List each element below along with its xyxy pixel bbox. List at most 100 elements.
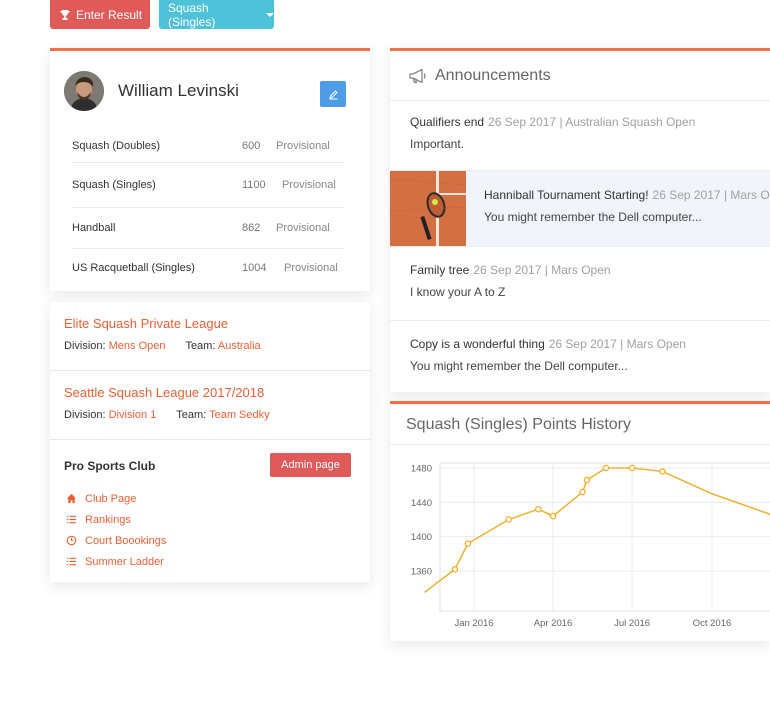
rating-status: Provisional [276,140,330,152]
league-meta: Division: Mens Open Team: Australia [64,340,261,352]
rating-sport: Squash (Singles) [72,179,156,191]
league-meta: Division: Division 1 Team: Team Sedky [64,409,270,421]
rating-sport: US Racquetball (Singles) [72,262,195,274]
club-link-rankings[interactable]: Rankings [66,509,166,530]
profile-card: William Levinski Squash (Doubles) 600 Pr… [50,48,370,291]
trophy-icon [59,9,71,20]
data-point [464,540,472,547]
y-tick-label: 1400 [411,532,432,543]
data-point [628,464,636,472]
announcement-title: Copy is a wonderful thing [410,337,545,351]
data-point [579,488,586,496]
enter-result-label: Enter Result [76,7,143,22]
club-link-court-bookings[interactable]: Court Boookings [66,530,166,551]
club-link-label: Rankings [85,513,131,526]
announcements-card: Announcements Qualifiers end 26 Sep 2017 … [390,48,770,392]
megaphone-icon [409,68,426,83]
enter-result-button[interactable]: Enter Result [50,0,150,29]
rating-points: 1100 [242,179,266,191]
data-point [505,516,512,523]
avatar [64,71,104,111]
announcement-body: You might remember the Dell computer... [410,359,628,373]
pencil-icon [328,89,338,99]
rating-points: 600 [242,140,261,152]
announcement-title: Qualifiers end [410,115,485,129]
announcement-item[interactable]: Hanniball Tournament Starting! 26 Sep 201… [390,171,770,247]
announcement-item[interactable]: Copy is a wonderful thing 26 Sep 2017 | M… [390,321,770,392]
club-name: Pro Sports Club [64,459,156,473]
home-icon [66,493,77,504]
clock-icon [66,535,77,546]
team-label: Team: [176,409,207,421]
data-point [659,468,666,475]
league-title-link[interactable]: Seattle Squash League 2017/2018 [64,385,264,400]
list-icon [66,557,77,566]
announcement-heading: Family tree 26 Sep 2017 | Mars Open [410,263,611,277]
announcement-heading: Hanniball Tournament Starting! 26 Sep 201… [484,188,770,202]
announcement-meta: 26 Sep 2017 | Mars Open [548,337,686,351]
leagues-card: Elite Squash Private League Division: Me… [50,302,370,582]
club-link-label: Club Page [85,492,137,505]
y-tick-label: 1480 [411,464,432,475]
points-history-card: Squash (Singles) Points History 1360 1400… [390,401,770,641]
announcement-heading: Qualifiers end 26 Sep 2017 | Australian S… [410,115,695,129]
club-link-label: Court Boookings [85,534,167,547]
list-icon [66,515,77,524]
player-name: William Levinski [118,81,239,100]
team-link[interactable]: Australia [218,340,261,352]
announcement-meta: 26 Sep 2017 | Mars Open [652,188,770,202]
series-line [424,467,770,594]
club-link-label: Summer Ladder [85,555,164,568]
rating-row: US Racquetball (Singles) 1004 Provisiona… [72,249,344,287]
rating-row: Squash (Singles) 1100 Provisional [72,163,344,208]
league-item: Seattle Squash League 2017/2018 Division… [50,371,370,440]
caret-down-icon [266,12,274,17]
y-tick-label: 1360 [411,567,432,578]
team-label: Team: [185,340,216,352]
points-history-chart: 1360 1400 1440 1480 Jan 2016 Apr 2016 Jul 2016… [411,462,770,629]
rating-status: Provisional [284,262,338,274]
y-tick-label: 1440 [411,498,432,509]
data-point [549,512,557,520]
announcement-item[interactable]: Family tree 26 Sep 2017 | Mars Open I kno… [390,247,770,321]
division-link[interactable]: Division 1 [109,409,157,421]
club-link-club-page[interactable]: Club Page [66,488,166,509]
data-point [602,464,610,472]
sport-select-dropdown[interactable]: Squash (Singles) [159,0,274,29]
league-item: Elite Squash Private League Division: Me… [50,302,370,371]
announcement-title: Hanniball Tournament Starting! [484,188,649,202]
announcements-title: Announcements [435,66,551,84]
rating-points: 862 [242,222,261,234]
division-link[interactable]: Mens Open [109,340,166,352]
data-point [583,476,591,484]
edit-profile-button[interactable] [320,81,346,107]
rating-status: Provisional [276,222,330,234]
announcement-body: You might remember the Dell computer... [484,210,702,224]
x-tick-label: Jul 2016 [614,618,650,629]
rating-sport: Handball [72,222,116,234]
x-tick-label: Apr 2016 [534,618,573,629]
data-point [535,505,542,513]
league-title-link[interactable]: Elite Squash Private League [64,316,228,331]
x-tick-label: Oct 2016 [693,618,732,629]
rating-row: Handball 862 Provisional [72,208,344,249]
announcement-item[interactable]: Qualifiers end 26 Sep 2017 | Australian S… [390,101,770,171]
announcements-header: Announcements [390,51,770,101]
announcement-meta: 26 Sep 2017 | Mars Open [473,263,611,277]
x-tick-label: Jan 2016 [454,618,493,629]
announcement-meta: 26 Sep 2017 | Australian Squash Open [488,115,696,129]
data-point [451,566,459,573]
announcement-heading: Copy is a wonderful thing 26 Sep 2017 | M… [410,337,686,351]
division-label: Division: [64,340,106,352]
ratings-list: Squash (Doubles) 600 Provisional Squash … [72,126,344,287]
rating-row: Squash (Doubles) 600 Provisional [72,126,344,163]
division-label: Division: [64,409,106,421]
sport-select-value: Squash (Singles) [168,0,216,29]
admin-page-button[interactable]: Admin page [270,453,351,477]
team-link[interactable]: Team Sedky [209,409,270,421]
rating-points: 1004 [242,262,267,274]
club-link-summer-ladder[interactable]: Summer Ladder [66,551,166,572]
club-links: Club Page Rankings Court Boookings Summe… [66,488,166,572]
announcement-body: Important. [410,137,465,151]
announcement-title: Family tree [410,263,470,277]
